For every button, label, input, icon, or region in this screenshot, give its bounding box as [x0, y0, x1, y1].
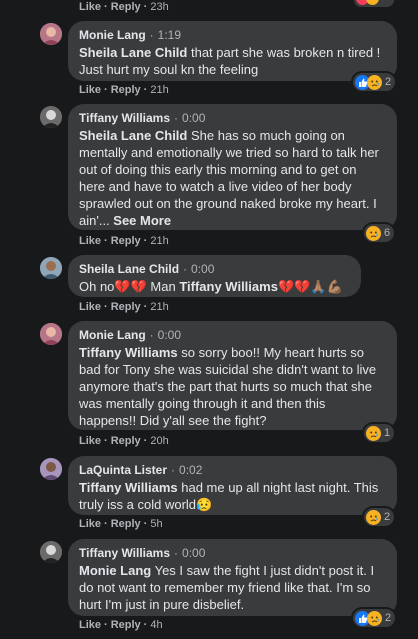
video-timestamp[interactable]: 0:00 — [182, 111, 205, 125]
avatar-image — [40, 323, 62, 345]
mention-link[interactable]: Tiffany Williams — [179, 279, 278, 294]
video-timestamp[interactable]: 0:00 — [191, 262, 214, 276]
like-link[interactable]: Like — [79, 435, 101, 447]
avatar[interactable] — [40, 323, 62, 345]
avatar-image — [40, 257, 62, 279]
reaction-summary[interactable]: 6 — [364, 224, 395, 242]
video-timestamp[interactable]: 0:02 — [179, 463, 202, 477]
comment-actions: Like · Reply · 21h — [79, 84, 169, 96]
reaction-summary[interactable]: 2 — [353, 73, 396, 91]
avatar-image — [40, 541, 62, 563]
comment-author[interactable]: Tiffany Williams — [79, 111, 170, 125]
comment-actions: Like · Reply · 23h — [79, 1, 169, 13]
sad-reaction-icon — [366, 509, 381, 525]
top-reactions[interactable] — [354, 0, 394, 7]
comment-bubble: Tiffany Williams · 0:00 Sheila Lane Child … — [68, 104, 397, 230]
reply-link[interactable]: Reply — [111, 1, 141, 13]
reaction-summary[interactable]: 2 — [364, 508, 395, 526]
reply-link[interactable]: Reply — [111, 619, 141, 631]
comment-bubble: Monie Lang · 1:19 Sheila Lane Child that p… — [68, 21, 397, 81]
comment-text: Oh no💔💔 Man — [79, 279, 180, 294]
reaction-count: 1 — [384, 427, 391, 439]
reply-link[interactable]: Reply — [111, 301, 141, 313]
comment-bubble: LaQuinta Lister · 0:02 Tiffany Williams ha… — [68, 456, 397, 515]
reaction-summary[interactable]: 1 — [364, 424, 395, 442]
avatar[interactable] — [40, 106, 62, 128]
like-link[interactable]: Like — [79, 84, 101, 96]
comment-actions: Like · Reply · 4h — [79, 619, 163, 631]
comment-actions: Like · Reply · 5h — [79, 518, 163, 530]
reply-link[interactable]: Reply — [111, 435, 141, 447]
like-link[interactable]: Like — [79, 518, 101, 530]
like-link[interactable]: Like — [79, 619, 101, 631]
avatar[interactable] — [40, 23, 62, 45]
comment-time[interactable]: 5h — [150, 518, 162, 530]
sad-reaction-icon — [366, 0, 379, 5]
reaction-count: 2 — [385, 612, 392, 624]
comment-author[interactable]: Monie Lang — [79, 28, 146, 42]
sad-reaction-icon — [366, 225, 381, 241]
reaction-count: 2 — [384, 511, 391, 523]
mention-link[interactable]: Tiffany Williams — [79, 345, 178, 360]
comment-time[interactable]: 20h — [150, 435, 168, 447]
sad-reaction-icon — [367, 610, 382, 626]
avatar[interactable] — [40, 541, 62, 563]
comment-actions: Like · Reply · 20h — [79, 435, 169, 447]
video-timestamp[interactable]: 0:00 — [158, 328, 181, 342]
sad-reaction-icon — [366, 425, 381, 441]
video-timestamp[interactable]: 0:00 — [182, 546, 205, 560]
comment-bubble: Monie Lang · 0:00 Tiffany Williams so sorr… — [68, 321, 397, 430]
comment-author[interactable]: Sheila Lane Child — [79, 262, 179, 276]
mention-link[interactable]: Sheila Lane Child — [79, 128, 187, 143]
mention-link[interactable]: Tiffany Williams — [79, 480, 178, 495]
comment-actions: Like · Reply · 21h — [79, 301, 169, 313]
avatar[interactable] — [40, 458, 62, 480]
like-link[interactable]: Like — [79, 301, 101, 313]
reply-link[interactable]: Reply — [111, 235, 141, 247]
comment-text-emoji: 💔💔🙏🏽💪🏽 — [277, 279, 343, 294]
mention-link[interactable]: Sheila Lane Child — [79, 45, 187, 60]
comment-bubble: Tiffany Williams · 0:00 Monie Lang Yes I s… — [68, 539, 397, 616]
reaction-count: 6 — [384, 227, 391, 239]
like-link[interactable]: Like — [79, 1, 101, 13]
avatar[interactable] — [40, 257, 62, 279]
comment-author[interactable]: Monie Lang — [79, 328, 146, 342]
reply-link[interactable]: Reply — [111, 518, 141, 530]
comment-time[interactable]: 21h — [150, 235, 168, 247]
mention-link[interactable]: Monie Lang — [79, 563, 151, 578]
reply-link[interactable]: Reply — [111, 84, 141, 96]
reaction-summary[interactable]: 2 — [353, 609, 396, 627]
reaction-count: 2 — [385, 76, 392, 88]
comment-bubble: Sheila Lane Child · 0:00 Oh no💔💔 Man Tiffa… — [68, 255, 361, 297]
comment-time[interactable]: 4h — [150, 619, 162, 631]
like-link[interactable]: Like — [79, 235, 101, 247]
comment-author[interactable]: Tiffany Williams — [79, 546, 170, 560]
avatar-image — [40, 458, 62, 480]
comment-time[interactable]: 21h — [150, 301, 168, 313]
avatar-image — [40, 23, 62, 45]
comment-actions: Like · Reply · 21h — [79, 235, 169, 247]
comment-time[interactable]: 21h — [150, 84, 168, 96]
comment-time[interactable]: 23h — [150, 1, 168, 13]
video-timestamp[interactable]: 1:19 — [158, 28, 181, 42]
avatar-image — [40, 106, 62, 128]
comment-author[interactable]: LaQuinta Lister — [79, 463, 167, 477]
sad-reaction-icon — [367, 74, 382, 90]
see-more-link[interactable]: See More — [113, 213, 171, 228]
